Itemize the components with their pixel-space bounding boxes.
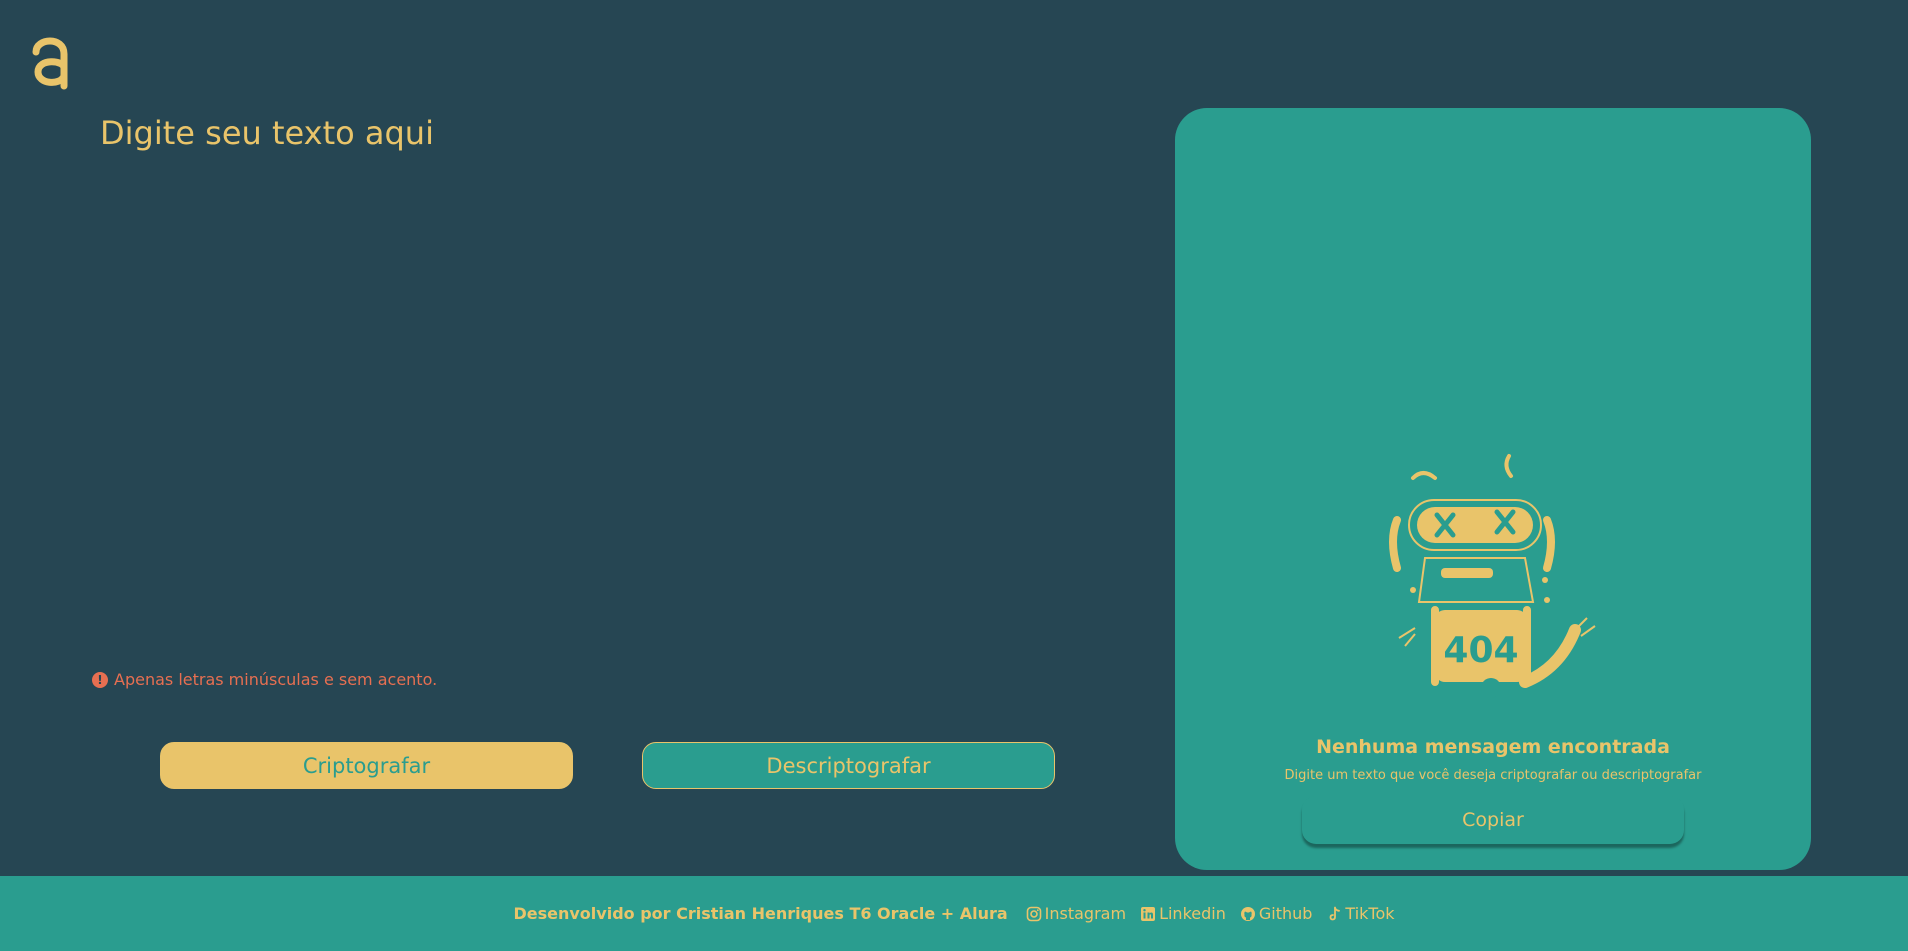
- output-subtitle: Digite um texto que você deseja criptogr…: [1284, 768, 1702, 783]
- footer-link-tiktok[interactable]: TikTok: [1326, 904, 1395, 923]
- copy-button[interactable]: Copiar: [1302, 796, 1684, 844]
- input-warning: ! Apenas letras minúsculas e sem acento.: [92, 670, 437, 689]
- tiktok-icon: [1330, 906, 1341, 920]
- footer-credit: Desenvolvido por Cristian Henriques T6 O…: [513, 904, 1008, 923]
- footer: Desenvolvido por Cristian Henriques T6 O…: [0, 876, 1908, 951]
- footer-link-linkedin[interactable]: Linkedin: [1140, 904, 1226, 923]
- footer-link-label: Instagram: [1044, 904, 1127, 923]
- encrypt-button[interactable]: Criptografar: [160, 742, 573, 789]
- robot-404-icon: 404: [1389, 454, 1596, 698]
- exclamation-circle-icon: !: [92, 671, 108, 688]
- footer-link-github[interactable]: Github: [1240, 904, 1313, 923]
- svg-text:404: 404: [1443, 630, 1518, 671]
- footer-link-label: Github: [1258, 904, 1313, 923]
- decrypt-button[interactable]: Descriptografar: [642, 742, 1055, 789]
- warning-text: Apenas letras minúsculas e sem acento.: [114, 670, 438, 689]
- alura-logo-icon[interactable]: [30, 34, 70, 90]
- instagram-icon: [1026, 906, 1041, 921]
- message-input[interactable]: [100, 114, 1100, 634]
- output-panel: 404 Nenhuma mensagem encontrada Digite u…: [1175, 108, 1811, 870]
- footer-link-label: TikTok: [1345, 904, 1395, 923]
- output-title: Nenhuma mensagem encontrada: [1316, 736, 1670, 758]
- footer-link-instagram[interactable]: Instagram: [1026, 904, 1126, 923]
- linkedin-icon: [1141, 906, 1156, 921]
- footer-link-label: Linkedin: [1159, 904, 1226, 923]
- github-icon: [1240, 906, 1255, 921]
